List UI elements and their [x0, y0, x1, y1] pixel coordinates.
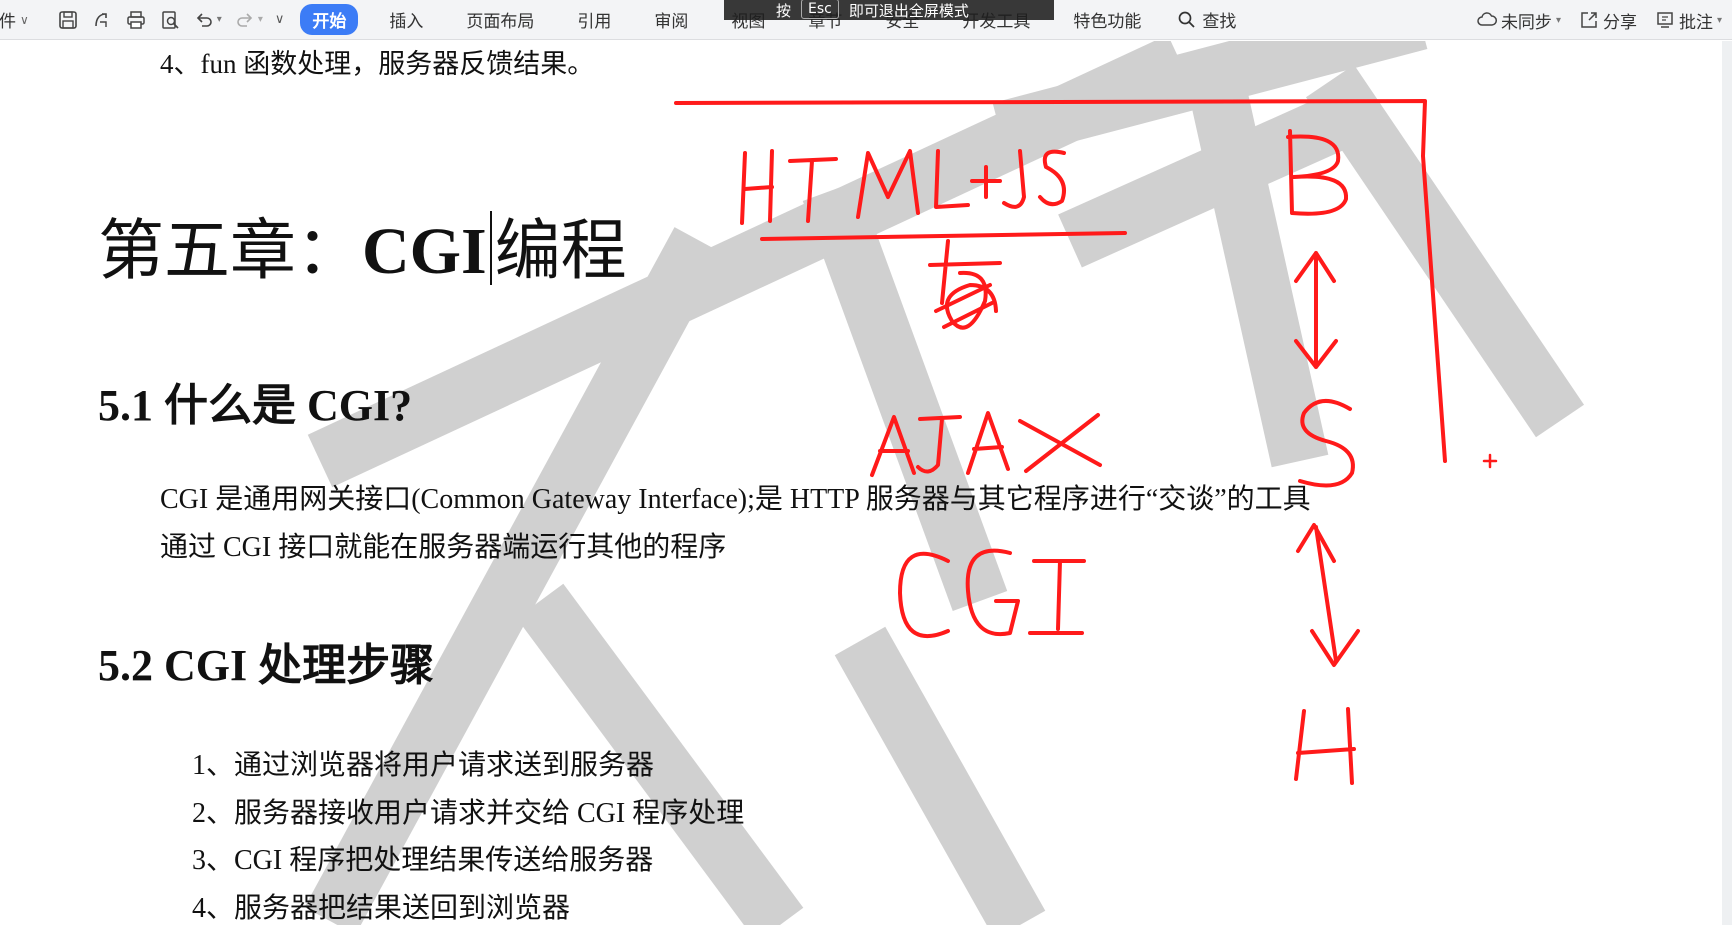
list-item: 4、服务器把结果送回到浏览器: [192, 893, 571, 924]
share-button[interactable]: 分享: [1579, 8, 1637, 33]
share-label: 分享: [1602, 12, 1637, 33]
annotation-html-js: [740, 149, 1127, 241]
annotation-cgi: [898, 548, 1086, 638]
annotation-plus: [1482, 453, 1498, 469]
undo-dropdown-icon[interactable]: ▾: [217, 14, 222, 25]
chapter-heading[interactable]: 第五章：CGI 编程: [98, 197, 627, 293]
save-icon[interactable]: [57, 9, 79, 31]
undo-icon[interactable]: [193, 9, 215, 31]
search-button[interactable]: 查找: [1176, 7, 1236, 32]
cloud-icon: [1477, 12, 1497, 26]
sync-label: 未同步: [1500, 12, 1552, 33]
section-heading-5-2: 5.2 CGI 处理步骤: [98, 629, 434, 693]
chapter-heading-suffix: 编程: [494, 215, 627, 288]
file-menu[interactable]: 文件 ∨: [0, 7, 35, 32]
annotation-arrow-sh: [1296, 523, 1360, 667]
tab-references[interactable]: 引用: [565, 4, 623, 35]
chevron-down-icon: ∨: [20, 12, 29, 27]
comment-button[interactable]: 批注 ▾: [1655, 8, 1722, 33]
print-icon[interactable]: [125, 9, 147, 31]
tab-review[interactable]: 审阅: [642, 4, 700, 35]
chevron-down-icon: ▾: [1716, 14, 1722, 26]
redo-icon[interactable]: [234, 9, 256, 31]
customize-toolbar-icon[interactable]: ∨: [275, 12, 285, 27]
chapter-heading-bold: CGI: [362, 215, 487, 288]
file-menu-label: 文件: [0, 12, 16, 32]
annotation-s: [1298, 399, 1355, 488]
annotation-arrow-bs: [1294, 251, 1338, 369]
quick-access-bar: ▾ ▾ ∨: [57, 9, 285, 31]
annotation-h: [1294, 707, 1356, 785]
section-title: CGI 处理步骤: [164, 641, 435, 690]
esc-key-label: Esc: [801, 0, 839, 19]
page-edge: [1722, 41, 1732, 925]
annotation-bracket: [674, 99, 1447, 463]
tab-page-layout[interactable]: 页面布局: [454, 4, 546, 35]
search-label: 查找: [1202, 12, 1237, 32]
section-number: 5.2: [98, 641, 153, 690]
paragraph-cgi-definition: CGI 是通用网关接口(Common Gateway Interface);是 …: [160, 484, 1311, 515]
esc-hint-prefix: 按: [776, 1, 792, 20]
export-pdf-icon[interactable]: [91, 9, 113, 31]
print-preview-icon[interactable]: [159, 9, 181, 31]
section-number: 5.1: [98, 381, 153, 430]
tab-home[interactable]: 开始: [300, 4, 359, 35]
chapter-heading-prefix: 第五章：: [98, 215, 362, 288]
tab-insert[interactable]: 插入: [377, 4, 435, 35]
annotation-ajax: [870, 411, 1102, 477]
list-item: 2、服务器接收用户请求并交给 CGI 程序处理: [192, 798, 745, 829]
share-icon: [1581, 12, 1597, 28]
section-title: 什么是 CGI?: [164, 381, 413, 430]
document-page[interactable]: 4、fun 函数处理，服务器反馈结果。 第五章：CGI 编程 5.1 什么是 CG…: [0, 41, 1732, 925]
comment-icon: [1657, 12, 1673, 28]
chevron-down-icon: ▾: [1555, 14, 1561, 26]
list-item: 3、CGI 程序把处理结果传送给服务器: [192, 845, 654, 876]
section-heading-5-1: 5.1 什么是 CGI?: [98, 369, 412, 433]
annotation-b: [1286, 129, 1349, 216]
search-icon: [1176, 9, 1198, 31]
comment-label: 批注: [1678, 12, 1713, 33]
redo-dropdown-icon[interactable]: ▾: [258, 14, 263, 25]
list-item: 1、通过浏览器将用户请求送到服务器: [192, 750, 655, 781]
paragraph-cgi-purpose: 通过 CGI 接口就能在服务器端运行其他的程序: [160, 532, 727, 563]
tab-features[interactable]: 特色功能: [1061, 4, 1153, 35]
previous-list-item: 4、fun 函数处理，服务器反馈结果。: [160, 49, 595, 79]
fullscreen-exit-hint: 按 Esc 即可退出全屏模式: [724, 0, 1054, 20]
esc-hint-suffix: 即可退出全屏模式: [848, 1, 969, 20]
toolbar-right: 未同步 ▾ 分享 批注 ▾: [1477, 0, 1722, 40]
annotation-scribble: [928, 239, 1002, 330]
sync-button[interactable]: 未同步 ▾: [1477, 8, 1561, 33]
text-cursor: [489, 211, 492, 285]
